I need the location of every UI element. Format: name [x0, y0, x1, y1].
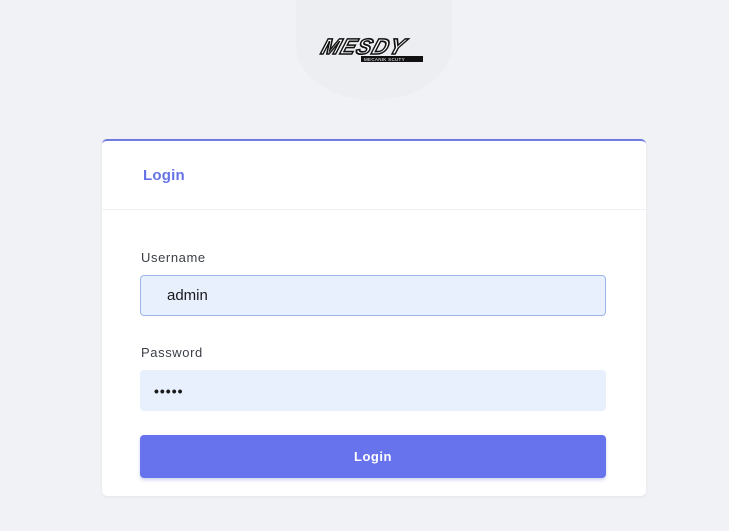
logo-container: MESDY MECANIK SCUTY	[296, 0, 452, 100]
card-title: Login	[143, 166, 185, 184]
password-label: Password	[141, 345, 203, 360]
username-input[interactable]	[140, 275, 606, 316]
username-label: Username	[141, 250, 206, 265]
page-edge	[729, 0, 735, 531]
password-input[interactable]	[140, 370, 606, 411]
login-button[interactable]: Login	[140, 435, 606, 478]
card-header: Login	[102, 141, 646, 210]
svg-text:MESDY: MESDY	[318, 35, 410, 59]
brand-logo: MESDY MECANIK SCUTY	[309, 32, 439, 72]
brand-logo-icon: MESDY MECANIK SCUTY	[317, 34, 423, 62]
svg-text:MECANIK SCUTY: MECANIK SCUTY	[364, 57, 405, 62]
login-card: Login Username Password Login	[102, 139, 646, 496]
